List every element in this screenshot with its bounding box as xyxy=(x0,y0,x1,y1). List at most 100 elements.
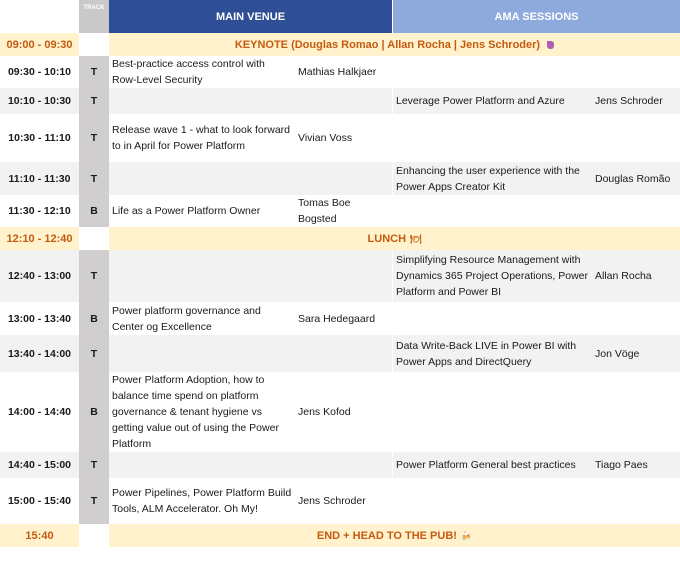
end-track-cell xyxy=(79,524,109,547)
header-main-venue: MAIN VENUE xyxy=(109,0,392,33)
main-session-title xyxy=(109,88,295,114)
lunch-track-cell xyxy=(79,227,109,250)
main-session-title: Best-practice access control with Row-Le… xyxy=(109,56,295,88)
session-time: 15:00 - 15:40 xyxy=(0,478,79,524)
session-time: 10:30 - 11:10 xyxy=(0,114,79,162)
main-session-speaker: Mathias Halkjaer xyxy=(295,56,392,88)
main-session-speaker xyxy=(295,335,392,372)
main-session-speaker xyxy=(295,162,392,195)
ama-session-speaker: Douglas Romão xyxy=(592,162,680,195)
main-session-speaker: Jens Schroder xyxy=(295,478,392,524)
session-row: 12:40 - 13:00 T Simplifying Resource Manag… xyxy=(0,250,680,302)
ama-session-speaker: Jon Vöge xyxy=(592,335,680,372)
keynote-title: KEYNOTE (Douglas Romao | Allan Rocha | J… xyxy=(234,38,541,51)
lunch-time: 12:10 - 12:40 xyxy=(0,227,79,250)
ama-session-title xyxy=(393,302,592,335)
session-time: 13:00 - 13:40 xyxy=(0,302,79,335)
main-session-title: Power Pipelines, Power Platform Build To… xyxy=(109,478,295,524)
ama-session-title: Simplifying Resource Management with Dyn… xyxy=(393,250,592,302)
lunch-title-cell: LUNCH 🍽 xyxy=(109,227,680,250)
ama-session-title xyxy=(393,372,592,452)
agenda-table: TRACK MAIN VENUE AMA SESSIONS 09:00 - 09… xyxy=(0,0,680,547)
session-time: 13:40 - 14:00 xyxy=(0,335,79,372)
keynote-track-cell xyxy=(79,33,109,56)
session-track: T xyxy=(79,88,109,114)
header-ama-sessions: AMA SESSIONS xyxy=(393,0,680,33)
keynote-row: 09:00 - 09:30 KEYNOTE (Douglas Romao | A… xyxy=(0,33,680,56)
main-session-speaker: Tomas Boe Bogsted xyxy=(295,195,392,227)
main-session-title xyxy=(109,250,295,302)
ama-session-title: Enhancing the user experience with the P… xyxy=(393,162,592,195)
session-track: T xyxy=(79,250,109,302)
main-session-speaker: Jens Kofod xyxy=(295,372,392,452)
end-title: END + HEAD TO THE PUB! xyxy=(316,529,457,542)
session-track: B xyxy=(79,195,109,227)
beer-mugs-icon: 🍻 xyxy=(460,530,473,541)
session-row: 10:10 - 10:30 T Leverage Power Platform an… xyxy=(0,88,680,114)
main-session-title: Power platform governance and Center og … xyxy=(109,302,295,335)
session-row: 14:40 - 15:00 T Power Platform General bes… xyxy=(0,452,680,478)
ama-session-speaker: Tiago Paes xyxy=(592,452,680,478)
header-blank xyxy=(0,0,79,33)
end-row: 15:40 END + HEAD TO THE PUB! 🍻 xyxy=(0,524,680,547)
session-time: 09:30 - 10:10 xyxy=(0,56,79,88)
lunch-row: 12:10 - 12:40 LUNCH 🍽 xyxy=(0,227,680,250)
ama-session-speaker xyxy=(592,302,680,335)
ama-session-speaker xyxy=(592,478,680,524)
session-row: 13:40 - 14:00 T Data Write-Back LIVE in Po… xyxy=(0,335,680,372)
main-session-title: Power Platform Adoption, how to balance … xyxy=(109,372,295,452)
header-row: TRACK MAIN VENUE AMA SESSIONS xyxy=(0,0,680,33)
session-track: T xyxy=(79,452,109,478)
main-session-speaker xyxy=(295,88,392,114)
session-row: 09:30 - 10:10 T Best-practice access contr… xyxy=(0,56,680,88)
ama-session-speaker xyxy=(592,114,680,162)
session-time: 14:00 - 14:40 xyxy=(0,372,79,452)
session-row: 11:10 - 11:30 T Enhancing the user experie… xyxy=(0,162,680,195)
session-time: 11:10 - 11:30 xyxy=(0,162,79,195)
main-session-title xyxy=(109,162,295,195)
ama-session-speaker: Jens Schroder xyxy=(592,88,680,114)
session-track: B xyxy=(79,302,109,335)
session-track: T xyxy=(79,162,109,195)
main-session-title xyxy=(109,335,295,372)
session-track: T xyxy=(79,56,109,88)
ama-session-speaker xyxy=(592,372,680,452)
main-session-title xyxy=(109,452,295,478)
session-row: 14:00 - 14:40 B Power Platform Adoption, h… xyxy=(0,372,680,452)
end-time: 15:40 xyxy=(0,524,79,547)
ama-session-title xyxy=(393,56,592,88)
main-session-speaker xyxy=(295,452,392,478)
ama-session-speaker: Allan Rocha xyxy=(592,250,680,302)
main-session-title: Release wave 1 - what to look forward to… xyxy=(109,114,295,162)
ama-session-speaker xyxy=(592,195,680,227)
main-session-title: Life as a Power Platform Owner xyxy=(109,195,295,227)
session-time: 12:40 - 13:00 xyxy=(0,250,79,302)
main-session-speaker: Vivian Voss xyxy=(295,114,392,162)
keynote-title-cell: KEYNOTE (Douglas Romao | Allan Rocha | J… xyxy=(109,33,680,56)
session-row: 11:30 - 12:10 B Life as a Power Platform O… xyxy=(0,195,680,227)
session-row: 10:30 - 11:10 T Release wave 1 - what to l… xyxy=(0,114,680,162)
session-time: 14:40 - 15:00 xyxy=(0,452,79,478)
session-track: T xyxy=(79,114,109,162)
header-track: TRACK xyxy=(79,0,109,33)
main-session-speaker xyxy=(295,250,392,302)
session-track: B xyxy=(79,372,109,452)
session-track: T xyxy=(79,335,109,372)
ama-session-title xyxy=(393,114,592,162)
main-session-speaker: Sara Hedegaard xyxy=(295,302,392,335)
lunch-title: LUNCH xyxy=(367,232,407,245)
speech-bubble-icon xyxy=(547,40,555,49)
ama-session-title: Leverage Power Platform and Azure xyxy=(393,88,592,114)
session-time: 11:30 - 12:10 xyxy=(0,195,79,227)
keynote-time: 09:00 - 09:30 xyxy=(0,33,79,56)
ama-session-title: Data Write-Back LIVE in Power BI with Po… xyxy=(393,335,592,372)
ama-session-title: Power Platform General best practices xyxy=(393,452,592,478)
session-row: 13:00 - 13:40 B Power platform governance … xyxy=(0,302,680,335)
plate-icon: 🍽 xyxy=(410,233,422,244)
ama-session-speaker xyxy=(592,56,680,88)
session-track: T xyxy=(79,478,109,524)
end-title-cell: END + HEAD TO THE PUB! 🍻 xyxy=(109,524,680,547)
session-row: 15:00 - 15:40 T Power Pipelines, Power Pla… xyxy=(0,478,680,524)
session-time: 10:10 - 10:30 xyxy=(0,88,79,114)
ama-session-title xyxy=(393,478,592,524)
